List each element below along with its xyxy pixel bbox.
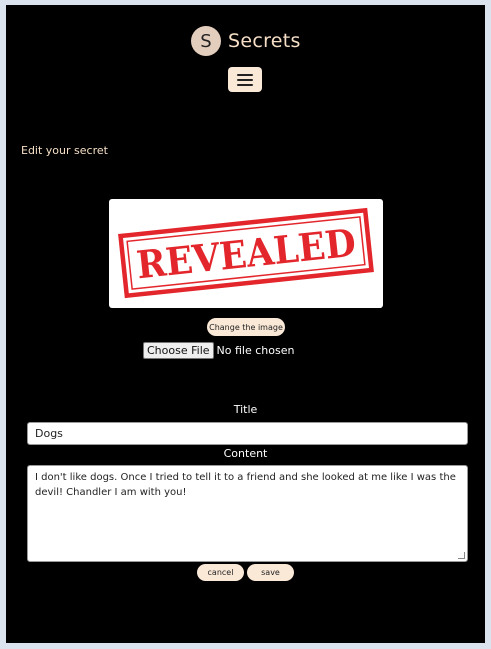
content-textarea[interactable]: I don't like dogs. Once I tried to tell …: [27, 465, 468, 562]
brand-name: Secrets: [228, 30, 301, 52]
app-frame: S Secrets Edit your secret REVEALED Chan…: [6, 5, 485, 643]
page-heading: Edit your secret: [21, 144, 108, 157]
secret-image: REVEALED: [109, 199, 383, 308]
content-label: Content: [223, 447, 268, 460]
resize-handle-icon[interactable]: [458, 552, 465, 559]
file-status: No file chosen: [216, 344, 295, 357]
content-text: I don't like dogs. Once I tried to tell …: [35, 472, 456, 498]
choose-file-button[interactable]: Choose File: [143, 342, 214, 359]
brand[interactable]: S Secrets: [191, 26, 301, 56]
hamburger-menu-icon: [237, 73, 253, 76]
logo: S: [191, 26, 221, 56]
title-input[interactable]: Dogs: [27, 422, 468, 445]
save-button[interactable]: save: [247, 564, 294, 581]
revealed-stamp-image: REVEALED: [118, 207, 374, 299]
title-label: Title: [233, 403, 258, 416]
hamburger-menu-button[interactable]: [228, 67, 262, 92]
file-input[interactable]: Choose File No file chosen: [143, 342, 294, 359]
change-image-button[interactable]: Change the image: [207, 318, 285, 336]
cancel-button[interactable]: cancel: [197, 564, 244, 581]
